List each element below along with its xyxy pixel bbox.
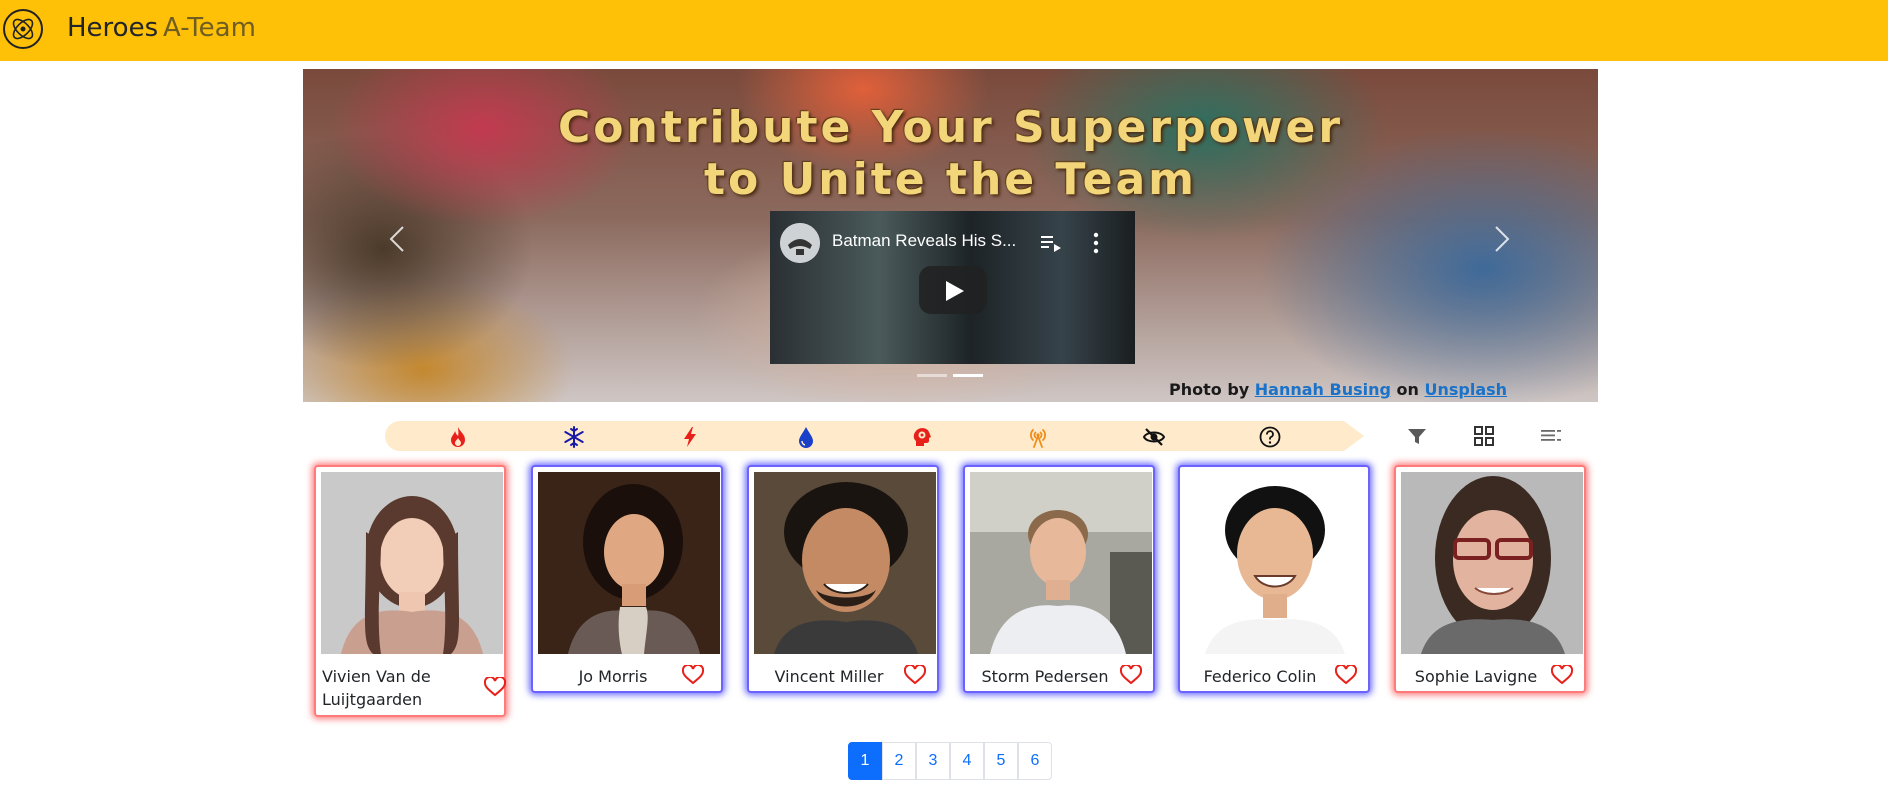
- credit-prefix: Photo by: [1169, 380, 1250, 399]
- heart-icon[interactable]: [1335, 665, 1357, 685]
- video-title[interactable]: Batman Reveals His S...: [832, 231, 1016, 251]
- water-drop-icon[interactable]: [795, 426, 817, 448]
- navbar: Heroes A-Team: [0, 0, 1888, 61]
- antenna-signal-icon[interactable]: [1027, 426, 1049, 448]
- filter-funnel-icon[interactable]: [1404, 423, 1430, 449]
- question-circle-icon[interactable]: [1259, 426, 1281, 448]
- hero-card[interactable]: Storm Pedersen: [963, 465, 1155, 693]
- carousel-indicator-1[interactable]: [917, 374, 947, 377]
- lightning-icon[interactable]: [679, 426, 701, 448]
- hero-photo: [970, 472, 1152, 654]
- playlist-add-icon[interactable]: [1040, 233, 1062, 253]
- brand-link[interactable]: Heroes: [67, 13, 158, 43]
- hero-photo: [538, 472, 720, 654]
- credit-author-link[interactable]: Hannah Busing: [1255, 380, 1391, 399]
- brain-head-icon[interactable]: [911, 426, 933, 448]
- hero-card[interactable]: Vincent Miller: [747, 465, 939, 693]
- channel-logo-icon: [780, 223, 820, 263]
- hero-photo: [1185, 472, 1367, 654]
- heart-icon[interactable]: [682, 665, 704, 685]
- page-link-3[interactable]: 3: [916, 742, 950, 780]
- photo-credit: Photo by Hannah Busing on Unsplash: [1169, 380, 1507, 399]
- snowflake-icon[interactable]: [563, 426, 585, 448]
- eye-slash-icon[interactable]: [1143, 426, 1165, 448]
- hero-name: Sophie Lavigne: [1414, 667, 1538, 686]
- chevron-right-icon[interactable]: [1481, 219, 1521, 259]
- channel-avatar[interactable]: [780, 223, 820, 263]
- carousel-title-line-2: to Unite the Team: [704, 154, 1197, 205]
- play-icon: [946, 281, 964, 301]
- hero-name: Storm Pedersen: [981, 667, 1109, 686]
- hero-name: Vivien Van de Luijtgaarden: [322, 667, 431, 709]
- hero-name: Federico Colin: [1203, 667, 1317, 686]
- page-link-1[interactable]: 1: [848, 742, 882, 780]
- nav-link-a-team[interactable]: A-Team: [163, 13, 256, 43]
- hero-card[interactable]: Federico Colin: [1178, 465, 1370, 693]
- page-link-4[interactable]: 4: [950, 742, 984, 780]
- hero-card[interactable]: Jo Morris: [531, 465, 723, 693]
- more-vert-icon[interactable]: [1092, 231, 1100, 255]
- page-link-5[interactable]: 5: [984, 742, 1018, 780]
- carousel-indicator-2[interactable]: [953, 374, 983, 377]
- atom-orbit-logo-icon[interactable]: [1, 7, 45, 51]
- heart-icon[interactable]: [1551, 665, 1573, 685]
- credit-on: on: [1396, 380, 1419, 399]
- power-filter-bar: [385, 421, 1364, 451]
- page-link-6[interactable]: 6: [1018, 742, 1052, 780]
- hero-photo: [1401, 472, 1583, 654]
- heart-icon[interactable]: [1120, 665, 1142, 685]
- play-button[interactable]: [919, 266, 987, 314]
- hero-photo: [754, 472, 936, 654]
- chevron-left-icon[interactable]: [378, 219, 418, 259]
- grid-view-icon[interactable]: [1471, 423, 1497, 449]
- page-link-2[interactable]: 2: [882, 742, 916, 780]
- flame-icon[interactable]: [447, 426, 469, 448]
- video-embed[interactable]: Batman Reveals His S...: [770, 211, 1135, 364]
- hero-name: Vincent Miller: [774, 667, 884, 686]
- heart-icon[interactable]: [904, 665, 926, 685]
- hero-name: Jo Morris: [578, 667, 648, 686]
- credit-site-link[interactable]: Unsplash: [1425, 380, 1508, 399]
- carousel-indicators: [917, 374, 987, 380]
- heart-icon[interactable]: [484, 677, 506, 697]
- list-view-icon[interactable]: [1538, 423, 1564, 449]
- hero-carousel: Contribute Your Superpower to Unite the …: [303, 69, 1598, 402]
- hero-photo: [321, 472, 503, 654]
- hero-card[interactable]: Vivien Van de Luijtgaarden: [314, 465, 506, 717]
- carousel-title-line-1: Contribute Your Superpower: [557, 102, 1344, 153]
- hero-card[interactable]: Sophie Lavigne: [1394, 465, 1586, 693]
